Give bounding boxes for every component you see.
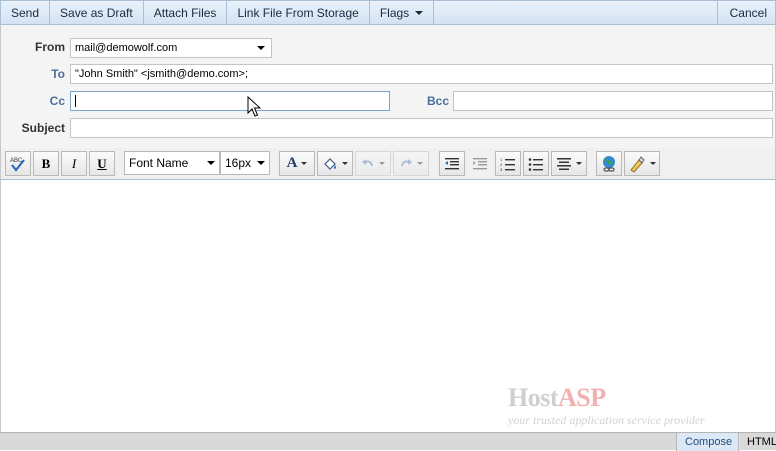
align-icon — [557, 157, 571, 170]
bcc-label: Bcc — [426, 94, 449, 108]
bold-button[interactable]: B — [33, 151, 59, 176]
insert-link-icon — [603, 155, 615, 172]
html-tab[interactable]: HTML — [738, 433, 776, 451]
indent-icon — [473, 157, 487, 169]
font-name-value: Font Name — [129, 156, 189, 170]
clear-format-button[interactable] — [624, 151, 660, 176]
top-toolbar: Send Save as Draft Attach Files Link Fil… — [0, 0, 776, 25]
indent-button[interactable] — [467, 151, 493, 176]
redo-icon — [401, 158, 412, 166]
outdent-icon — [445, 157, 459, 169]
message-body-editor[interactable] — [0, 180, 776, 432]
status-bar: Compose HTML — [0, 432, 776, 451]
undo-button[interactable] — [355, 151, 391, 176]
text-cursor — [75, 95, 76, 108]
chevron-down-icon — [257, 161, 265, 165]
ordered-list-button[interactable]: 1 2 3 — [495, 151, 521, 176]
undo-icon — [362, 158, 373, 166]
spellcheck-icon: ABC — [10, 158, 25, 172]
from-value: mail@demowolf.com — [75, 42, 178, 54]
from-select[interactable]: mail@demowolf.com — [70, 38, 272, 58]
clear-format-icon — [630, 155, 645, 173]
cancel-button[interactable]: Cancel — [716, 1, 775, 24]
chevron-down-icon — [379, 162, 385, 165]
chevron-down-icon — [301, 162, 308, 165]
font-name-select[interactable]: Font Name — [124, 151, 220, 175]
flags-dropdown[interactable]: Flags — [370, 1, 435, 24]
subject-field[interactable] — [70, 118, 773, 138]
outdent-button[interactable] — [439, 151, 465, 176]
underline-button[interactable]: U — [89, 151, 115, 176]
chevron-down-icon — [417, 162, 423, 165]
align-button[interactable] — [551, 151, 587, 176]
chevron-down-icon — [576, 162, 582, 165]
insert-link-button[interactable] — [596, 151, 622, 176]
format-toolbar: ABC B I U Font Name 16px A 1 2 3 — [0, 148, 776, 180]
font-color-button[interactable]: A — [279, 151, 315, 176]
chevron-down-icon — [650, 162, 656, 165]
highlight-color-icon — [324, 157, 336, 170]
font-color-icon: A — [286, 155, 298, 171]
chevron-down-icon — [257, 46, 265, 50]
flags-label: Flags — [379, 5, 410, 20]
to-label: To — [51, 67, 65, 81]
unordered-list-button[interactable] — [523, 151, 549, 176]
cc-label: Cc — [49, 94, 65, 108]
bcc-field[interactable] — [453, 91, 773, 111]
bold-icon: B — [41, 155, 51, 171]
compose-tab[interactable]: Compose — [676, 433, 741, 451]
italic-icon: I — [71, 155, 77, 171]
font-size-value: 16px — [225, 156, 252, 170]
svg-text:3: 3 — [500, 167, 503, 171]
chevron-down-icon — [342, 162, 348, 165]
link-file-button[interactable]: Link File From Storage — [227, 1, 370, 24]
chevron-down-icon — [415, 10, 424, 15]
spellcheck-button[interactable]: ABC — [5, 151, 31, 176]
chevron-down-icon — [207, 161, 215, 165]
ordered-list-icon: 1 2 3 — [500, 157, 515, 171]
save-draft-button[interactable]: Save as Draft — [50, 1, 144, 24]
cc-field[interactable] — [70, 91, 390, 111]
highlight-color-button[interactable] — [317, 151, 353, 176]
subject-label: Subject — [21, 121, 65, 135]
redo-button[interactable] — [393, 151, 429, 176]
underline-icon: U — [97, 155, 107, 171]
italic-button[interactable]: I — [61, 151, 87, 176]
unordered-list-icon — [528, 157, 543, 171]
from-label: From — [35, 40, 65, 54]
attach-files-button[interactable]: Attach Files — [144, 1, 228, 24]
to-field[interactable]: "John Smith" <jsmith@demo.com>; — [70, 64, 773, 84]
send-button[interactable]: Send — [1, 1, 51, 24]
font-size-select[interactable]: 16px — [220, 151, 270, 175]
